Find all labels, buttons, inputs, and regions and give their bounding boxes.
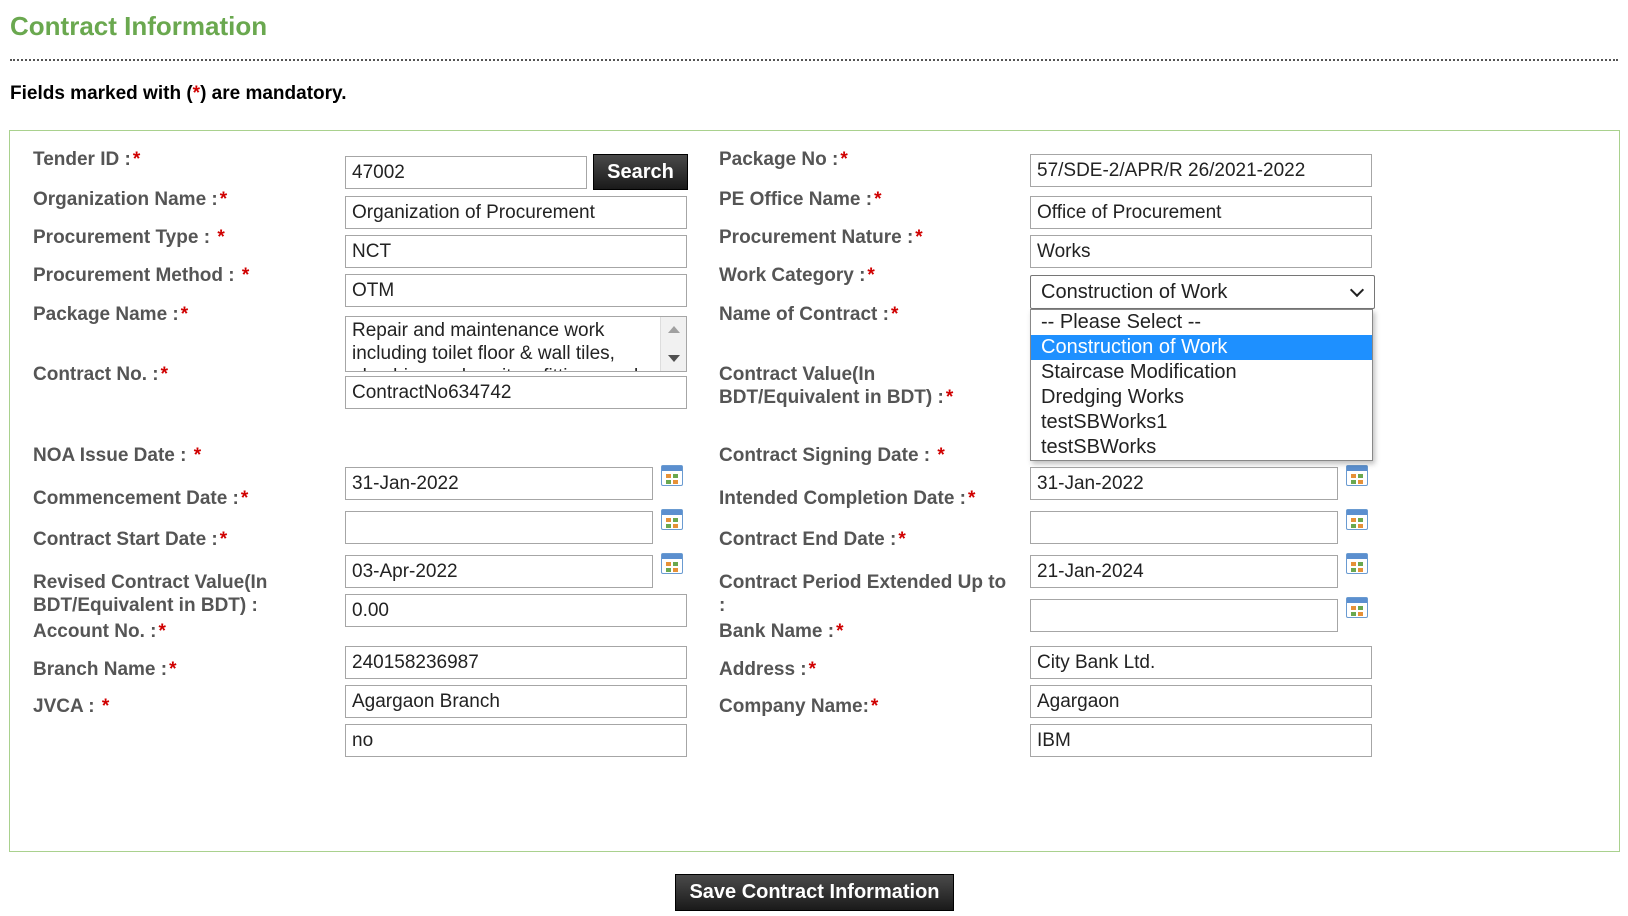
jvca-input[interactable]: no	[345, 724, 687, 757]
label-contract-start-date: Contract Start Date : *	[33, 529, 228, 550]
dropdown-option-selected[interactable]: Construction of Work	[1031, 335, 1372, 360]
package-name-text: Repair and maintenance work including to…	[352, 320, 643, 371]
label-procurement-nature: Procurement Nature : *	[719, 227, 923, 248]
account-no-input[interactable]: 240158236987	[345, 646, 687, 679]
label-organization-name: Organization Name : *	[33, 189, 228, 210]
calendar-icon[interactable]	[661, 465, 683, 486]
label-account-no: Account No. : *	[33, 621, 166, 642]
label-contract-signing-date: Contract Signing Date : *	[719, 445, 945, 466]
contract-period-extended-input[interactable]	[1030, 599, 1338, 632]
label-company-name: Company Name: *	[719, 696, 879, 717]
procurement-method-input[interactable]: OTM	[345, 274, 687, 307]
work-category-selected: Construction of Work	[1041, 281, 1228, 303]
label-contract-end-date: Contract End Date : *	[719, 529, 906, 550]
label-contract-value: Contract Value(In BDT/Equivalent in BDT) …	[719, 364, 954, 408]
label-address: Address : *	[719, 659, 817, 680]
textarea-scrollbar[interactable]	[660, 317, 686, 371]
intended-completion-date-input[interactable]	[1030, 511, 1338, 544]
calendar-icon[interactable]	[1346, 553, 1368, 574]
save-contract-button[interactable]: Save Contract Information	[675, 874, 954, 911]
work-category-dropdown: -- Please Select -- Construction of Work…	[1030, 309, 1373, 461]
organization-name-input[interactable]: Organization of Procurement	[345, 196, 687, 229]
label-branch-name: Branch Name : *	[33, 659, 177, 680]
title-divider	[10, 59, 1618, 61]
label-procurement-type: Procurement Type : *	[33, 227, 225, 248]
note-star: *	[192, 83, 201, 104]
calendar-icon[interactable]	[661, 509, 683, 530]
scroll-up-icon[interactable]	[668, 326, 680, 333]
calendar-icon[interactable]	[1346, 509, 1368, 530]
revised-contract-value-input[interactable]: 0.00	[345, 594, 687, 627]
label-contract-no: Contract No. : *	[33, 364, 169, 385]
label-contract-period-extended: Contract Period Extended Up to:	[719, 572, 1007, 616]
contract-no-input[interactable]: ContractNo634742	[345, 376, 687, 409]
procurement-nature-input[interactable]: Works	[1030, 235, 1372, 268]
contract-start-date-input[interactable]: 03-Apr-2022	[345, 555, 653, 588]
procurement-type-input[interactable]: NCT	[345, 235, 687, 268]
label-package-no: Package No : *	[719, 149, 848, 170]
label-noa-issue-date: NOA Issue Date : *	[33, 445, 202, 466]
package-name-textarea[interactable]: Repair and maintenance work including to…	[345, 316, 687, 372]
note-suffix: ) are mandatory.	[200, 83, 347, 104]
pe-office-name-input[interactable]: Office of Procurement	[1030, 196, 1372, 229]
label-pe-office-name: PE Office Name : *	[719, 189, 882, 210]
dropdown-option[interactable]: Staircase Modification	[1031, 360, 1372, 385]
label-work-category: Work Category : *	[719, 265, 875, 286]
contract-signing-date-input[interactable]: 31-Jan-2022	[1030, 467, 1338, 500]
bank-name-input[interactable]: City Bank Ltd.	[1030, 646, 1372, 679]
label-tender-id: Tender ID : *	[33, 149, 141, 170]
work-category-select[interactable]: Construction of Work	[1030, 275, 1375, 309]
chevron-down-icon[interactable]	[1349, 282, 1365, 298]
label-intended-completion-date: Intended Completion Date : *	[719, 488, 976, 509]
page-title: Contract Information	[10, 11, 268, 41]
dropdown-option[interactable]: -- Please Select --	[1031, 310, 1372, 335]
package-no-input[interactable]: 57/SDE-2/APR/R 26/2021-2022	[1030, 154, 1372, 187]
label-package-name: Package Name : *	[33, 304, 189, 325]
calendar-icon[interactable]	[1346, 597, 1368, 618]
dropdown-option[interactable]: Dredging Works	[1031, 385, 1372, 410]
calendar-icon[interactable]	[661, 553, 683, 574]
commencement-date-input[interactable]	[345, 511, 653, 544]
tender-id-input[interactable]: 47002	[345, 156, 587, 189]
note-prefix: Fields marked with (	[10, 83, 193, 104]
company-name-input[interactable]: IBM	[1030, 724, 1372, 757]
label-bank-name: Bank Name : *	[719, 621, 844, 642]
dropdown-option[interactable]: testSBWorks	[1031, 435, 1372, 460]
calendar-icon[interactable]	[1346, 465, 1368, 486]
branch-name-input[interactable]: Agargaon Branch	[345, 685, 687, 718]
label-commencement-date: Commencement Date : *	[33, 488, 249, 509]
label-revised-contract-value: Revised Contract Value(In BDT/Equivalent …	[33, 572, 268, 616]
contract-end-date-input[interactable]: 21-Jan-2024	[1030, 555, 1338, 588]
address-input[interactable]: Agargaon	[1030, 685, 1372, 718]
dropdown-option[interactable]: testSBWorks1	[1031, 410, 1372, 435]
label-procurement-method: Procurement Method : *	[33, 265, 250, 286]
mandatory-note: Fields marked with (*) are mandatory.	[10, 83, 346, 105]
search-button[interactable]: Search	[593, 154, 688, 190]
scroll-down-icon[interactable]	[668, 355, 680, 362]
label-jvca: JVCA : *	[33, 696, 110, 717]
noa-issue-date-input[interactable]: 31-Jan-2022	[345, 467, 653, 500]
label-name-of-contract: Name of Contract : *	[719, 304, 899, 325]
